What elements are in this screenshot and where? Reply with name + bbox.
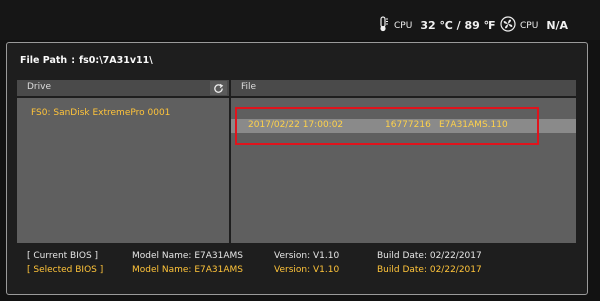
file-path-label: File Path (20, 55, 68, 66)
selected-bios-label: [ Selected BIOS ] (27, 265, 104, 275)
drive-column-header: Drive (17, 80, 229, 96)
cpu-fan-value: N/A (546, 19, 569, 32)
cpu-temp-value: 32 ℃ / 89 ℉ (420, 19, 496, 32)
cpu-temperature: CPU 32 ℃ / 89 ℉ (376, 16, 496, 35)
current-model-name: Model Name: E7A31AMS (132, 251, 243, 261)
refresh-button[interactable] (210, 81, 227, 95)
drive-item-fs0[interactable]: FS0: SanDisk ExtremePro 0001 (31, 108, 170, 118)
flash-utility-panel: File Path: fs0:\7A31v11\ Drive File FS0: … (6, 42, 588, 295)
status-bar: CPU 32 ℃ / 89 ℉ CPU N/A (0, 0, 600, 40)
file-path-value: fs0:\7A31v11\ (79, 55, 153, 66)
current-bios-row: [ Current BIOS ] Model Name: E7A31AMS Ve… (17, 251, 577, 263)
fan-icon (500, 16, 516, 35)
drive-header-label: Drive (27, 82, 51, 92)
current-bios-label: [ Current BIOS ] (27, 251, 99, 261)
selected-model-name: Model Name: E7A31AMS (132, 265, 243, 275)
file-list: .. 2017/02/22 17:00:02 16777216 E7A31AMS… (231, 98, 576, 243)
selected-build-date: Build Date: 02/22/2017 (377, 265, 482, 275)
cpu-temp-label: CPU (394, 20, 413, 31)
cpu-fan-label: CPU (520, 20, 539, 31)
file-path: File Path: fs0:\7A31v11\ (20, 55, 153, 66)
selected-version: Version: V1.10 (274, 265, 340, 275)
cpu-fan-speed: CPU N/A (500, 16, 568, 35)
drive-list: FS0: SanDisk ExtremePro 0001 (17, 98, 229, 243)
file-header-label: File (241, 82, 257, 92)
file-column-header: File (231, 80, 576, 96)
thermometer-icon (376, 16, 390, 35)
selected-bios-row: [ Selected BIOS ] Model Name: E7A31AMS V… (17, 265, 577, 277)
refresh-icon (213, 79, 224, 98)
file-path-separator: : (71, 55, 75, 66)
current-build-date: Build Date: 02/22/2017 (377, 251, 482, 261)
selection-highlight-box (235, 107, 539, 145)
current-version: Version: V1.10 (274, 251, 340, 261)
